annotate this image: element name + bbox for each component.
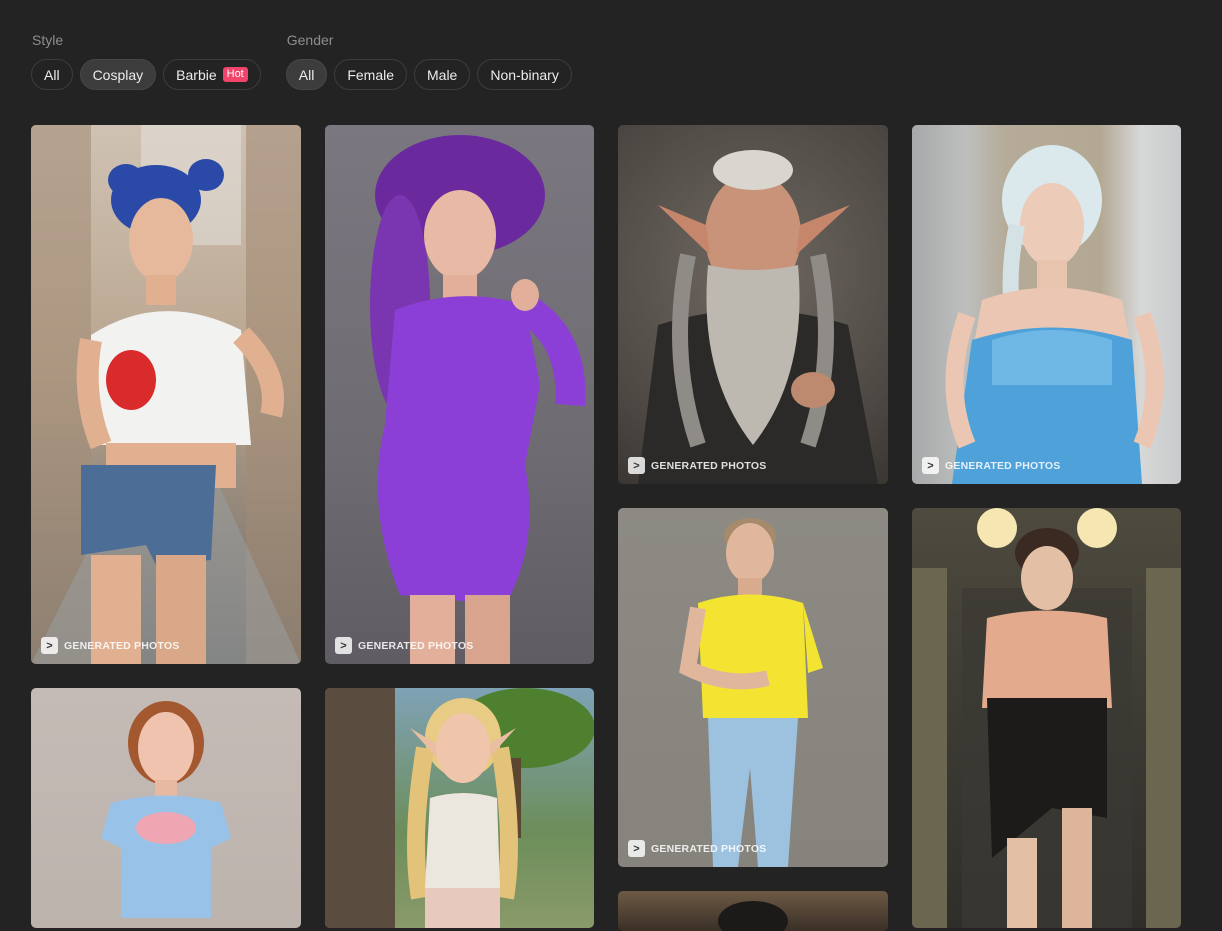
style-chip-all[interactable]: All bbox=[31, 59, 73, 90]
gender-filter-label: Gender bbox=[286, 32, 334, 48]
photo-card-leather-skirt-woman[interactable] bbox=[912, 508, 1181, 928]
photo-card-purple-dress-woman[interactable]: > GENERATED PHOTOS bbox=[325, 125, 594, 664]
photo-card-partial[interactable] bbox=[618, 891, 888, 931]
chip-label: All bbox=[298, 66, 315, 83]
photo-card-elf-old-man[interactable]: > GENERATED PHOTOS bbox=[618, 125, 888, 484]
portrait-illustration bbox=[638, 150, 878, 484]
chip-label: Male bbox=[427, 66, 458, 83]
gender-chip-all[interactable]: All bbox=[285, 59, 328, 90]
watermark: > GENERATED PHOTOS bbox=[922, 457, 1060, 474]
generated-photos-logo-icon: > bbox=[628, 457, 645, 474]
style-filter-label: Style bbox=[32, 32, 64, 48]
gender-chip-female[interactable]: Female bbox=[334, 59, 407, 90]
style-chip-cosplay[interactable]: Cosplay bbox=[79, 59, 157, 90]
generated-photos-logo-icon: > bbox=[335, 637, 352, 654]
portrait-illustration bbox=[325, 688, 594, 928]
watermark: > GENERATED PHOTOS bbox=[41, 637, 179, 654]
watermark-text: GENERATED PHOTOS bbox=[358, 639, 474, 652]
portrait-illustration bbox=[718, 901, 788, 931]
photo-card-yellow-shirt-boy[interactable]: > GENERATED PHOTOS bbox=[618, 508, 888, 867]
photo-card-blue-hair-woman[interactable]: > GENERATED PHOTOS bbox=[31, 125, 301, 664]
style-chips: All Cosplay Barbie Hot bbox=[31, 59, 261, 90]
gender-chip-non-binary[interactable]: Non-binary bbox=[477, 59, 572, 90]
watermark-text: GENERATED PHOTOS bbox=[945, 459, 1061, 472]
chip-label: Barbie bbox=[176, 66, 217, 83]
watermark: > GENERATED PHOTOS bbox=[628, 840, 766, 857]
hot-badge: Hot bbox=[222, 67, 248, 82]
portrait-illustration bbox=[679, 518, 823, 867]
gender-chip-male[interactable]: Male bbox=[414, 59, 471, 90]
generated-photos-logo-icon: > bbox=[41, 637, 58, 654]
portrait-illustration bbox=[31, 125, 301, 664]
style-chip-barbie[interactable]: Barbie Hot bbox=[163, 59, 261, 90]
chip-label: Non-binary bbox=[490, 66, 559, 83]
watermark-text: GENERATED PHOTOS bbox=[64, 639, 180, 652]
portrait-illustration bbox=[101, 701, 231, 918]
portrait-illustration bbox=[945, 145, 1164, 484]
watermark: > GENERATED PHOTOS bbox=[335, 637, 473, 654]
portrait-illustration bbox=[370, 135, 586, 664]
filter-bar: Style All Cosplay Barbie Hot Gender All … bbox=[31, 32, 572, 90]
gender-filter-group: Gender All Female Male Non-binary bbox=[285, 32, 572, 90]
photo-card-ice-princess-woman[interactable]: > GENERATED PHOTOS bbox=[912, 125, 1181, 484]
chip-label: Female bbox=[347, 66, 394, 83]
portrait-illustration bbox=[912, 508, 1181, 928]
watermark-text: GENERATED PHOTOS bbox=[651, 459, 767, 472]
gender-chips: All Female Male Non-binary bbox=[285, 59, 572, 90]
generated-photos-logo-icon: > bbox=[922, 457, 939, 474]
watermark: > GENERATED PHOTOS bbox=[628, 457, 766, 474]
chip-label: Cosplay bbox=[92, 66, 144, 83]
generated-photos-logo-icon: > bbox=[628, 840, 645, 857]
photo-card-doll-woman[interactable] bbox=[31, 688, 301, 928]
style-filter-group: Style All Cosplay Barbie Hot bbox=[31, 32, 261, 90]
photo-card-elf-woman[interactable] bbox=[325, 688, 594, 928]
chip-label: All bbox=[44, 66, 60, 83]
watermark-text: GENERATED PHOTOS bbox=[651, 842, 767, 855]
